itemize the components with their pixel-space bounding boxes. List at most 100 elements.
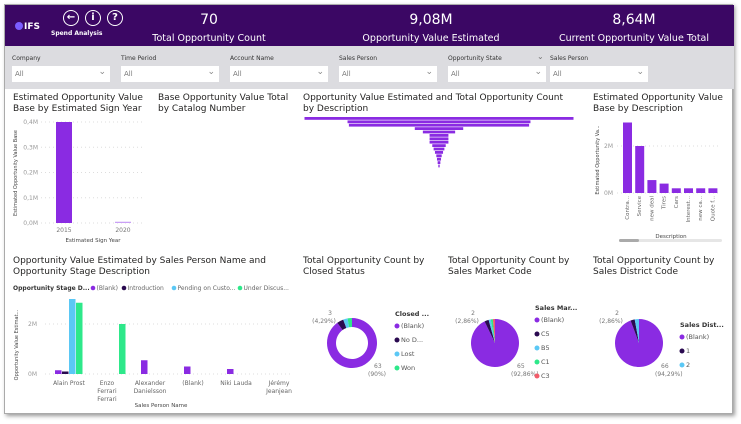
bar xyxy=(56,122,72,223)
legend-marker xyxy=(534,359,540,365)
y-tick-label: 0,1M xyxy=(23,195,38,202)
y-tick-label: 0,2M xyxy=(23,170,38,177)
bar xyxy=(115,221,131,223)
legend-title: Sales Mar... xyxy=(535,304,577,312)
bar xyxy=(62,371,69,374)
x-tick-label: 2020 xyxy=(115,227,130,234)
bar xyxy=(119,324,126,374)
x-tick-label: 2015 xyxy=(56,227,71,234)
legend-marker xyxy=(394,323,400,329)
legend-marker xyxy=(534,345,540,351)
legend-item: 2 xyxy=(686,361,690,369)
x-axis-title: Sales Person Name xyxy=(135,403,188,409)
legend-item: (Blank) xyxy=(686,333,709,341)
funnel-bar xyxy=(433,147,445,151)
y-tick-label: 0M xyxy=(28,371,37,378)
funnel-bar xyxy=(436,154,442,158)
legend-marker xyxy=(394,337,400,343)
x-tick-label: Danielsson xyxy=(134,388,167,395)
bar xyxy=(708,188,718,193)
funnel-bar xyxy=(347,120,531,124)
legend-marker xyxy=(679,362,685,368)
bar xyxy=(55,370,62,374)
legend-marker xyxy=(534,331,540,337)
bar xyxy=(184,366,191,374)
funnel-bar xyxy=(422,130,456,134)
x-tick-label: Ferrari xyxy=(97,396,117,403)
x-tick-label: Service xyxy=(637,195,643,216)
legend-marker xyxy=(90,285,96,291)
legend-marker xyxy=(394,351,400,357)
legend-item: B5 xyxy=(541,344,550,352)
data-label-value: 3 xyxy=(328,310,332,317)
data-label-value: 2 xyxy=(471,310,475,317)
y-tick-label: 2M xyxy=(604,143,613,150)
charts-layer: 0,0M 0,1M 0,2M 0,3M 0,4M 2015 2020 Estimated Si… xyxy=(13,117,724,409)
x-axis-title: Estimated Sign Year xyxy=(66,238,122,244)
legend-item: Introduction xyxy=(128,285,165,292)
legend-item: C1 xyxy=(541,358,550,366)
legend-item: C3 xyxy=(541,372,550,380)
bar xyxy=(623,122,632,193)
legend-title: Opportunity Stage D... xyxy=(13,285,90,292)
funnel-bar xyxy=(432,144,446,147)
x-tick-label: Interest... xyxy=(686,196,692,223)
x-tick-label: Cars xyxy=(674,196,680,208)
legend-item: (Blank) xyxy=(401,322,424,330)
legend-item: Won xyxy=(401,364,415,372)
bar xyxy=(141,360,148,374)
legend-marker xyxy=(121,285,127,291)
data-label-percent: (94,29%) xyxy=(655,371,683,378)
x-tick-label: Alexander xyxy=(135,380,166,387)
funnel-bar xyxy=(438,164,440,168)
bar xyxy=(659,183,669,193)
legend-marker xyxy=(394,365,400,371)
legend-item: (Blank) xyxy=(97,285,118,292)
data-label-percent: (92,86%) xyxy=(511,371,539,378)
x-tick-label: Quote f... xyxy=(710,196,716,222)
data-label-percent: (90%) xyxy=(368,371,386,378)
y-tick-label: 0,4M xyxy=(23,119,38,126)
y-tick-label: 0M xyxy=(604,190,613,197)
x-tick-label: Jeanjean xyxy=(265,388,292,395)
funnel-bar xyxy=(429,140,449,144)
bar xyxy=(69,299,76,374)
x-tick-label: Contra... xyxy=(625,196,631,220)
legend-title: Sales Dist... xyxy=(680,321,724,329)
x-tick-label: Enzo xyxy=(100,380,115,387)
funnel-bar xyxy=(434,151,444,154)
bar xyxy=(696,188,706,193)
data-label-percent: (2,86%) xyxy=(455,318,479,325)
legend-title: Closed ... xyxy=(395,310,429,318)
legend-marker xyxy=(679,348,685,354)
bar xyxy=(635,146,645,193)
bar xyxy=(647,180,657,193)
y-tick-label: 2M xyxy=(28,321,37,328)
scrollbar-thumb[interactable] xyxy=(619,239,639,242)
legend-marker xyxy=(171,285,177,291)
data-label-value: 65 xyxy=(517,363,525,370)
legend-marker xyxy=(679,334,685,340)
legend-marker xyxy=(534,373,540,379)
funnel-bar xyxy=(436,157,442,161)
data-label-percent: (4,29%) xyxy=(312,318,336,325)
data-label-percent: (2,86%) xyxy=(599,318,623,325)
funnel-bar xyxy=(414,127,464,130)
x-tick-label: new ca... xyxy=(698,196,704,221)
funnel-bar xyxy=(437,161,441,164)
data-label-value: 66 xyxy=(661,363,669,370)
legend-item: Under Discus... xyxy=(244,285,290,292)
legend-item: Pending on Custo... xyxy=(178,285,236,292)
x-tick-label: Alain Prost xyxy=(53,380,85,387)
legend-item: No D... xyxy=(401,336,423,344)
bar xyxy=(684,188,693,193)
legend-item: 1 xyxy=(686,347,690,355)
x-tick-label: (Blank) xyxy=(182,380,203,387)
legend-item: Lost xyxy=(401,350,415,358)
funnel-bar xyxy=(304,117,574,120)
y-axis-title: Opportunity Value Estimat... xyxy=(14,309,20,380)
legend-item: C5 xyxy=(541,330,550,338)
x-tick-label: Ferrari xyxy=(97,388,117,395)
y-tick-label: 0,3M xyxy=(23,144,38,151)
funnel-bar xyxy=(348,123,530,127)
